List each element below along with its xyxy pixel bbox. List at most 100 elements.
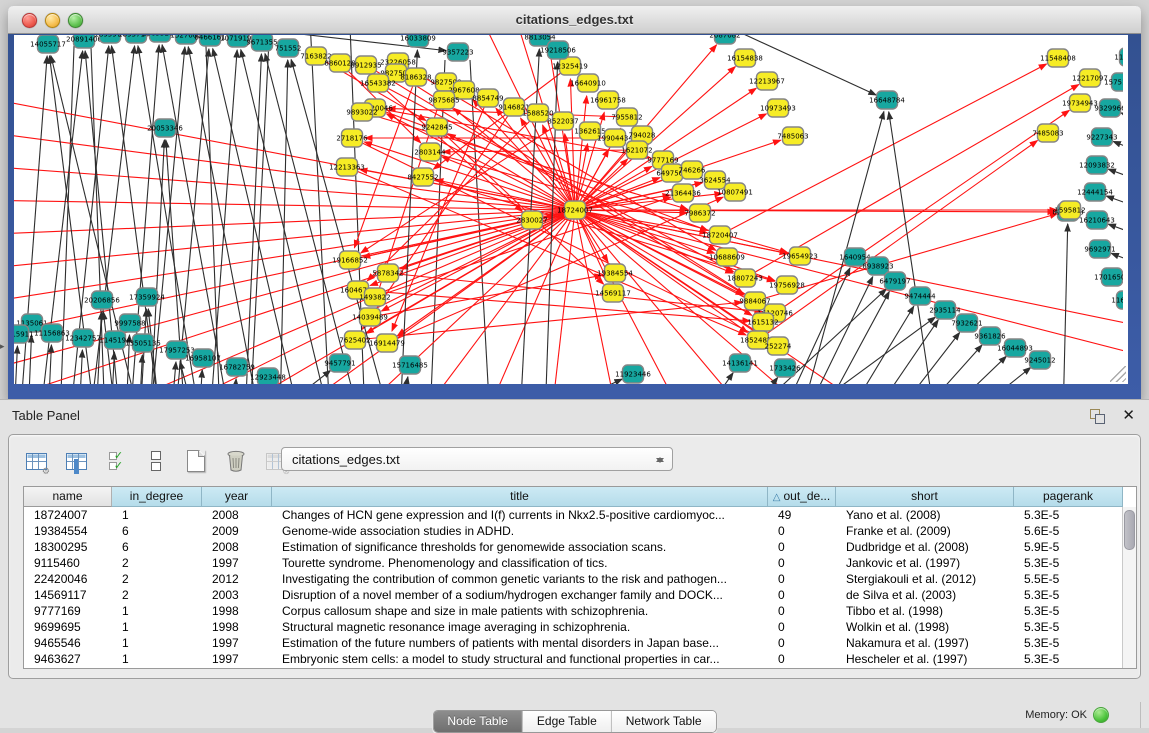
close-panel-icon[interactable]: ✕ bbox=[1122, 406, 1135, 424]
graph-node[interactable]: 16033809 bbox=[400, 35, 436, 47]
graph-node[interactable]: 12213967 bbox=[749, 72, 785, 90]
graph-node[interactable]: 17359924 bbox=[129, 288, 165, 306]
graph-node[interactable]: 16640910 bbox=[570, 74, 606, 92]
table-cell[interactable]: 1997 bbox=[202, 555, 272, 571]
graph-node[interactable]: 12217097 bbox=[1072, 69, 1108, 87]
table-cell[interactable]: Wolkin et al. (1998) bbox=[836, 619, 1014, 635]
table-cell[interactable]: 0 bbox=[768, 619, 836, 635]
table-row[interactable]: 1938455462009Genome-wide association stu… bbox=[24, 523, 1136, 539]
table-cell[interactable]: 5.6E-5 bbox=[1014, 523, 1123, 539]
window-titlebar[interactable]: citations_edges.txt bbox=[8, 6, 1141, 34]
table-cell[interactable]: 2 bbox=[112, 555, 202, 571]
graph-node[interactable]: 19734943 bbox=[1062, 94, 1098, 112]
select-rows-icon[interactable]: ✓ ✓ bbox=[103, 448, 129, 474]
graph-node[interactable]: 12342757 bbox=[65, 329, 101, 347]
graph-node[interactable]: 9227343 bbox=[1086, 128, 1117, 146]
table-cell[interactable]: 9115460 bbox=[24, 555, 112, 571]
graph-node[interactable]: 20206856 bbox=[84, 291, 120, 309]
table-cell[interactable]: 49 bbox=[768, 507, 836, 523]
table-cell[interactable]: Tibbo et al. (1998) bbox=[836, 603, 1014, 619]
table-cell[interactable]: 9463627 bbox=[24, 651, 112, 667]
table-cell[interactable]: Estimation of the future numbers of pati… bbox=[272, 635, 768, 651]
table-cell[interactable]: 2008 bbox=[202, 507, 272, 523]
column-header-year[interactable]: year bbox=[202, 487, 272, 507]
table-cell[interactable]: 5.3E-5 bbox=[1014, 619, 1123, 635]
table-row[interactable]: 969969511998Structural magnetic resonanc… bbox=[24, 619, 1136, 635]
table-cell[interactable]: 5.9E-5 bbox=[1014, 539, 1123, 555]
table-cell[interactable]: Investigating the contribution of common… bbox=[272, 571, 768, 587]
table-row[interactable]: 911546021997Tourette syndrome. Phenomeno… bbox=[24, 555, 1136, 571]
table-cell[interactable]: Changes of HCN gene expression and I(f) … bbox=[272, 507, 768, 523]
table-cell[interactable]: 0 bbox=[768, 587, 836, 603]
graph-node[interactable]: 14055717 bbox=[30, 35, 66, 53]
table-cell[interactable]: Estimation of significance thresholds fo… bbox=[272, 539, 768, 555]
graph-node[interactable]: 5878342 bbox=[372, 264, 403, 282]
graph-node[interactable]: 9692971 bbox=[1084, 240, 1115, 258]
graph-node[interactable]: 7986372 bbox=[684, 204, 715, 222]
table-cell[interactable]: 2009 bbox=[202, 523, 272, 539]
graph-node[interactable]: 7485063 bbox=[777, 127, 808, 145]
graph-node[interactable]: 16044893 bbox=[997, 339, 1033, 357]
graph-node[interactable]: 1167553 bbox=[1111, 291, 1123, 309]
table-cell[interactable]: 19384554 bbox=[24, 523, 112, 539]
table-cell[interactable]: Hescheler et al. (1997) bbox=[836, 651, 1014, 667]
graph-node[interactable]: 19654923 bbox=[782, 247, 818, 265]
graph-node[interactable]: 9457791 bbox=[324, 354, 355, 372]
graph-node[interactable]: 14569117 bbox=[595, 284, 631, 302]
graph-node[interactable]: 16154838 bbox=[727, 49, 763, 67]
graph-node[interactable]: 2087682 bbox=[709, 35, 740, 44]
table-cell[interactable]: 1997 bbox=[202, 651, 272, 667]
table-cell[interactable]: 14569117 bbox=[24, 587, 112, 603]
graph-node[interactable]: 2718176 bbox=[336, 129, 368, 147]
graph-node[interactable]: 1733426 bbox=[769, 359, 801, 377]
graph-node[interactable]: 9357223 bbox=[442, 43, 473, 61]
collapsed-panel-arrow-icon[interactable]: ▸ bbox=[0, 342, 5, 351]
graph-node[interactable]: 252274 bbox=[765, 337, 792, 355]
graph-node[interactable]: 19756928 bbox=[769, 276, 805, 294]
graph-node[interactable]: 2935114 bbox=[929, 301, 961, 319]
table-cell[interactable]: Corpus callosum shape and size in male p… bbox=[272, 603, 768, 619]
table-cell[interactable]: 0 bbox=[768, 523, 836, 539]
table-cell[interactable]: 2 bbox=[112, 587, 202, 603]
table-cell[interactable]: 0 bbox=[768, 571, 836, 587]
table-cell[interactable]: 0 bbox=[768, 555, 836, 571]
table-cell[interactable]: 1998 bbox=[202, 619, 272, 635]
table-cell[interactable]: 1 bbox=[112, 507, 202, 523]
float-panel-icon[interactable] bbox=[1090, 409, 1105, 424]
graph-node[interactable]: 9997588 bbox=[114, 314, 145, 332]
table-cell[interactable]: 1997 bbox=[202, 635, 272, 651]
table-cell[interactable]: 2008 bbox=[202, 539, 272, 555]
table-cell[interactable]: Franke et al. (2009) bbox=[836, 523, 1014, 539]
column-header-name[interactable]: name bbox=[24, 487, 112, 507]
graph-node[interactable]: 9474444 bbox=[904, 287, 936, 305]
table-cell[interactable]: 1998 bbox=[202, 603, 272, 619]
table-cell[interactable]: 6 bbox=[112, 523, 202, 539]
table-row[interactable]: 2242004622012Investigating the contribut… bbox=[24, 571, 1136, 587]
table-cell[interactable]: 0 bbox=[768, 635, 836, 651]
table-row[interactable]: 946554611997Estimation of the future num… bbox=[24, 635, 1136, 651]
table-cell[interactable]: de Silva et al. (2003) bbox=[836, 587, 1014, 603]
graph-node[interactable]: 14136141 bbox=[722, 354, 758, 372]
table-cell[interactable]: 1 bbox=[112, 635, 202, 651]
graph-node[interactable]: 7485083 bbox=[1032, 124, 1063, 142]
graph-node[interactable]: 19384554 bbox=[597, 264, 633, 282]
table-cell[interactable]: 1 bbox=[112, 619, 202, 635]
table-row[interactable]: 977716911998Corpus callosum shape and si… bbox=[24, 603, 1136, 619]
table-cell[interactable]: Nakamura et al. (1997) bbox=[836, 635, 1014, 651]
table-cell[interactable]: Disruption of a novel member of a sodium… bbox=[272, 587, 768, 603]
graph-node[interactable]: 12093832 bbox=[1079, 156, 1115, 174]
table-cell[interactable]: Genome-wide association studies in ADHD. bbox=[272, 523, 768, 539]
table-cell[interactable]: Tourette syndrome. Phenomenology and cla… bbox=[272, 555, 768, 571]
graph-node[interactable]: 19166852 bbox=[332, 251, 368, 269]
network-canvas[interactable]: 1872400720876821615483812213967109734937… bbox=[14, 35, 1128, 384]
table-cell[interactable]: 0 bbox=[768, 539, 836, 555]
table-row[interactable]: 1830029562008Estimation of significance … bbox=[24, 539, 1136, 555]
table-row[interactable]: 946362711997Embryonic stem cells: a mode… bbox=[24, 651, 1136, 667]
table-cell[interactable]: 2012 bbox=[202, 571, 272, 587]
table-cell[interactable]: 0 bbox=[768, 651, 836, 667]
graph-node[interactable]: 12213363 bbox=[329, 158, 365, 176]
graph-node[interactable]: 9361826 bbox=[974, 327, 1006, 345]
table-cell[interactable]: 1 bbox=[112, 603, 202, 619]
table-settings-icon[interactable]: ⚙ bbox=[23, 448, 49, 474]
graph-node[interactable]: 9671355 bbox=[246, 35, 277, 51]
